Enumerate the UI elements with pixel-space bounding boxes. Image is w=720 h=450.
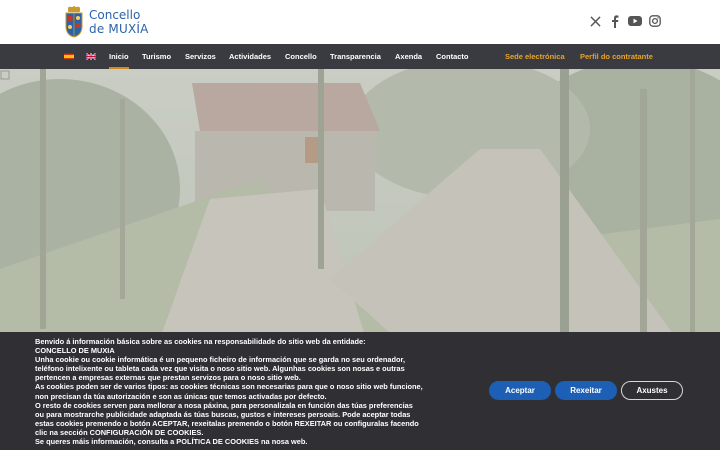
instagram-icon[interactable] bbox=[648, 14, 662, 28]
nav-item-transparencia[interactable]: Transparencia bbox=[330, 44, 381, 69]
nav-item-axenda[interactable]: Axenda bbox=[395, 44, 422, 69]
nav-item-servizos[interactable]: Servizos bbox=[185, 44, 216, 69]
nav-item-inicio[interactable]: Inicio bbox=[109, 44, 129, 69]
reject-cookies-button[interactable]: Rexeitar bbox=[555, 381, 617, 400]
perfil-contratante-link[interactable]: Perfil do contratante bbox=[580, 44, 653, 69]
cookie-line: CONCELLO DE MUXIA bbox=[35, 346, 115, 356]
cookie-line: teléfono intelixente ou tableta cada vez… bbox=[35, 364, 405, 374]
social-links bbox=[588, 14, 662, 28]
accept-cookies-button[interactable]: Aceptar bbox=[489, 381, 551, 400]
youtube-icon[interactable] bbox=[628, 14, 642, 28]
cookie-text: Benvido á información básica sobre as co… bbox=[35, 337, 475, 446]
cookie-line: ou para mostrarche publicidade adaptada … bbox=[35, 409, 411, 419]
cookie-line: pertencen a empresas externas que presta… bbox=[35, 373, 301, 383]
nav-item-turismo[interactable]: Turismo bbox=[142, 44, 171, 69]
cookie-line: As cookies poden ser de varios tipos: as… bbox=[35, 382, 423, 392]
cookie-line: non precisan da túa autorización e son a… bbox=[35, 391, 327, 401]
cookie-line: Se queres máis información, consulta a P… bbox=[35, 437, 308, 447]
nav-item-concello[interactable]: Concello bbox=[285, 44, 317, 69]
spanish-flag-icon[interactable] bbox=[64, 53, 74, 60]
sede-electronica-link[interactable]: Sede electrónica bbox=[505, 44, 565, 69]
x-icon[interactable] bbox=[588, 14, 602, 28]
cookie-line: O resto de cookies serven para mellorar … bbox=[35, 400, 413, 410]
coat-of-arms-icon bbox=[65, 6, 83, 38]
site-logo[interactable]: Concello de MUXÍA bbox=[64, 6, 149, 38]
cookie-line: Unha cookie ou cookie informática é un p… bbox=[35, 355, 406, 365]
cookie-consent-banner: Benvido á información básica sobre as co… bbox=[0, 332, 720, 450]
facebook-icon[interactable] bbox=[608, 14, 622, 28]
main-navigation: Inicio Turismo Servizos Actividades Conc… bbox=[0, 44, 720, 69]
nav-item-actividades[interactable]: Actividades bbox=[229, 44, 271, 69]
uk-flag-icon[interactable] bbox=[86, 53, 96, 60]
nav-item-contacto[interactable]: Contacto bbox=[436, 44, 469, 69]
cookie-line: estas cookies premendo o botón ACEPTAR, … bbox=[35, 418, 419, 428]
cookie-settings-button[interactable]: Axustes bbox=[621, 381, 683, 400]
site-header: Concello de MUXÍA bbox=[0, 0, 720, 44]
logo-line2: de MUXÍA bbox=[89, 22, 149, 36]
logo-line1: Concello bbox=[89, 8, 141, 22]
cookie-line: clic na sección CONFIGURACIÓN DE COOKIES… bbox=[35, 427, 204, 437]
cookie-line: Benvido á información básica sobre as co… bbox=[35, 337, 366, 346]
